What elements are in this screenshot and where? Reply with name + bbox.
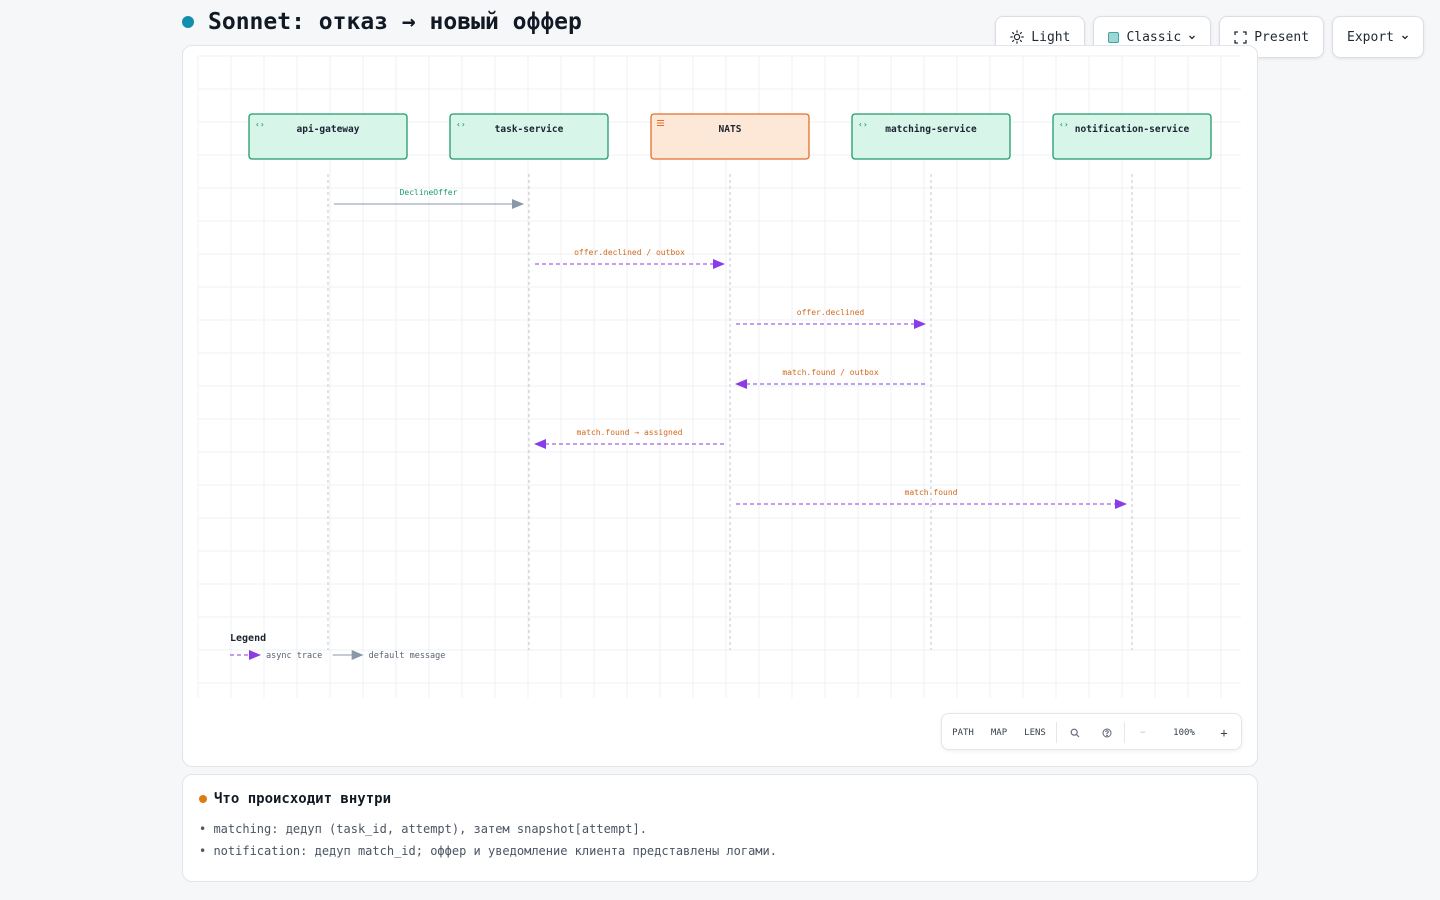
participant-box-api-gateway — [248, 113, 408, 160]
page-title-text: Sonnet: отказ → новый оффер — [208, 9, 582, 35]
message-label: offer.declined — [797, 308, 865, 317]
info-dot-icon — [199, 795, 207, 803]
info-title: Что происходит внутри — [199, 791, 391, 807]
code-icon: ‹› — [1059, 120, 1069, 129]
toolbar-divider — [1124, 722, 1125, 743]
toolbar-divider — [1056, 722, 1057, 743]
participant-box-task-service — [449, 113, 609, 160]
message-label: match.found — [905, 488, 958, 497]
search-icon[interactable] — [1064, 714, 1086, 751]
legend-title: Legend — [230, 633, 266, 644]
path-mode-button[interactable]: PATH — [948, 714, 978, 751]
message-label: match.found / outbox — [782, 368, 879, 377]
chevron-down-icon — [1401, 33, 1409, 41]
export-label: Export — [1347, 29, 1394, 45]
participant-label-task-service: task-service — [495, 124, 564, 135]
diagram-canvas[interactable]: ‹› api-gateway ‹› task-service NATS ‹› matchin… — [182, 45, 1258, 767]
participant-box-matching-service — [851, 113, 1011, 160]
lens-mode-button[interactable]: LENS — [1020, 714, 1050, 751]
info-title-text: Что происходит внутри — [214, 791, 392, 807]
info-line: • matching: дедуп (task_id, attempt), за… — [199, 822, 647, 836]
participant-box-nats — [650, 113, 810, 160]
chevron-down-icon — [1188, 33, 1196, 41]
zoom-in-button[interactable]: + — [1212, 714, 1236, 751]
participant-label-matching-service: matching-service — [885, 124, 977, 135]
map-mode-button[interactable]: MAP — [984, 714, 1014, 751]
light-theme-label: Light — [1031, 29, 1071, 45]
sun-icon — [1010, 30, 1025, 44]
theme-swatch-icon — [1108, 31, 1120, 43]
present-label: Present — [1254, 29, 1310, 45]
participant-label-notification-service: notification-service — [1075, 124, 1190, 135]
zoom-toolbar: PATH MAP LENS − 100% + — [941, 713, 1242, 750]
message-label: match.found → assigned — [577, 428, 683, 437]
export-dropdown[interactable]: Export — [1332, 16, 1424, 58]
fullscreen-icon — [1234, 30, 1247, 44]
title-dot-icon — [182, 16, 194, 28]
page-title: Sonnet: отказ → новый оффер — [182, 6, 582, 38]
sequence-diagram: ‹› api-gateway ‹› task-service NATS ‹› matchin… — [197, 55, 1241, 698]
legend-item-label: default message — [369, 651, 446, 661]
code-icon: ‹› — [255, 120, 265, 129]
zoom-out-button[interactable]: − — [1132, 714, 1154, 751]
code-icon: ‹› — [456, 120, 466, 129]
message-label: offer.declined / outbox — [574, 248, 685, 257]
participant-box-notification-service — [1052, 113, 1212, 160]
info-line: • notification: дедуп match_id; оффер и … — [199, 844, 777, 858]
legend-item-label: async trace — [266, 651, 322, 661]
info-panel: Что происходит внутри • matching: дедуп … — [182, 774, 1258, 882]
zoom-level: 100% — [1173, 727, 1195, 738]
help-icon[interactable] — [1096, 714, 1118, 751]
participant-label-api-gateway: api-gateway — [297, 124, 360, 135]
code-icon: ‹› — [858, 120, 868, 129]
participant-label-nats: NATS — [719, 124, 742, 135]
message-label: DeclineOffer — [400, 188, 458, 197]
classic-style-label: Classic — [1126, 29, 1182, 45]
